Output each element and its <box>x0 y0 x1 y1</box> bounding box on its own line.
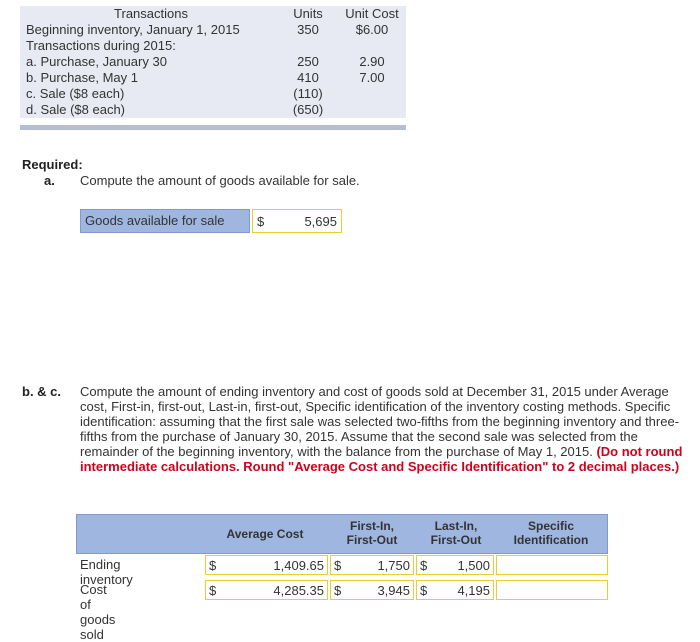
row-cost <box>340 86 404 102</box>
unit-cost-header: Unit Cost <box>345 6 399 21</box>
row-units <box>276 38 340 54</box>
specific-id-header: Specific Identification <box>496 519 606 547</box>
required-heading: Required: <box>22 157 83 172</box>
row-units: 250 <box>297 54 319 69</box>
dollar-sign: $ <box>420 557 428 573</box>
ending-inventory-fifo-value: 1,750 <box>377 557 410 573</box>
goods-available-label: Goods available for sale <box>80 209 250 233</box>
row-units: 410 <box>297 70 319 85</box>
lifo-header-line1: Last-In, <box>434 519 478 533</box>
table-row: Beginning inventory, January 1, 2015 350… <box>20 22 404 38</box>
row-units: (110) <box>293 86 323 101</box>
row-label: b. Purchase, May 1 <box>26 70 138 85</box>
part-bc-label: b. & c. <box>22 384 62 399</box>
part-a-text: Compute the amount of goods available fo… <box>80 173 360 188</box>
row-units: 350 <box>297 22 319 37</box>
specific-id-header-line1: Specific <box>527 519 575 533</box>
part-bc-text: Compute the amount of ending inventory a… <box>80 384 685 474</box>
ending-inventory-lifo-input[interactable]: $ 1,500 <box>416 555 494 575</box>
goods-available-input[interactable]: $ 5,695 <box>252 209 342 233</box>
cogs-specific-input[interactable] <box>496 580 608 600</box>
ending-inventory-average-input[interactable]: $ 1,409.65 <box>205 555 328 575</box>
row-units: (650) <box>292 102 324 117</box>
fifo-header: First-In, First-Out <box>332 519 412 547</box>
transactions-table: Transactions Units Unit Cost Beginning i… <box>20 6 406 118</box>
row-cost <box>340 38 404 54</box>
units-header: Units <box>293 6 323 21</box>
dollar-sign: $ <box>334 557 342 573</box>
transactions-header-row: Transactions Units Unit Cost <box>20 6 404 22</box>
table-row: d. Sale ($8 each) (650) <box>20 102 404 118</box>
lifo-header-line2: First-Out <box>430 533 482 547</box>
cogs-lifo-input[interactable]: $ 4,195 <box>416 580 494 600</box>
table-divider <box>20 125 406 130</box>
dollar-sign: $ <box>209 557 217 573</box>
part-a-label: a. <box>44 173 55 188</box>
row-cost: $6.00 <box>355 22 389 37</box>
goods-available-value: 5,695 <box>304 213 337 229</box>
specific-id-header-line2: Identification <box>513 533 589 547</box>
row-cost: 2.90 <box>359 54 385 69</box>
transactions-header: Transactions <box>114 6 188 21</box>
row-label: Transactions during 2015: <box>26 38 176 53</box>
row-label: d. Sale ($8 each) <box>26 102 126 117</box>
row-cost: 7.00 <box>359 70 385 85</box>
average-cost-header: Average Cost <box>226 527 304 541</box>
part-bc-instructions: Compute the amount of ending inventory a… <box>80 384 680 459</box>
fifo-header-line1: First-In, <box>350 519 394 533</box>
table-row: Transactions during 2015: <box>20 38 404 54</box>
row-cost <box>340 102 404 118</box>
dollar-sign: $ <box>209 582 217 598</box>
ending-inventory-average-value: 1,409.65 <box>273 557 324 573</box>
cogs-lifo-value: 4,195 <box>457 582 490 598</box>
goods-available-row: Goods available for sale $ 5,695 <box>80 209 342 233</box>
table-row: c. Sale ($8 each) (110) <box>20 86 404 102</box>
cogs-average-input[interactable]: $ 4,285.35 <box>205 580 328 600</box>
row-label: Beginning inventory, January 1, 2015 <box>26 22 240 37</box>
dollar-sign: $ <box>334 582 342 598</box>
cogs-fifo-value: 3,945 <box>377 582 410 598</box>
lifo-header: Last-In, First-Out <box>416 519 496 547</box>
cogs-label: Cost of goods sold <box>80 582 116 642</box>
fifo-header-line2: First-Out <box>346 533 398 547</box>
ending-inventory-specific-input[interactable] <box>496 555 608 575</box>
table-row: b. Purchase, May 1 410 7.00 <box>20 70 404 86</box>
ending-inventory-fifo-input[interactable]: $ 1,750 <box>330 555 414 575</box>
ending-inventory-lifo-value: 1,500 <box>457 557 490 573</box>
dollar-sign: $ <box>257 213 265 229</box>
cogs-fifo-input[interactable]: $ 3,945 <box>330 580 414 600</box>
cogs-average-value: 4,285.35 <box>273 582 324 598</box>
table-row: a. Purchase, January 30 250 2.90 <box>20 54 404 70</box>
row-label: a. Purchase, January 30 <box>26 54 167 69</box>
row-label: c. Sale ($8 each) <box>26 86 125 101</box>
dollar-sign: $ <box>420 582 428 598</box>
